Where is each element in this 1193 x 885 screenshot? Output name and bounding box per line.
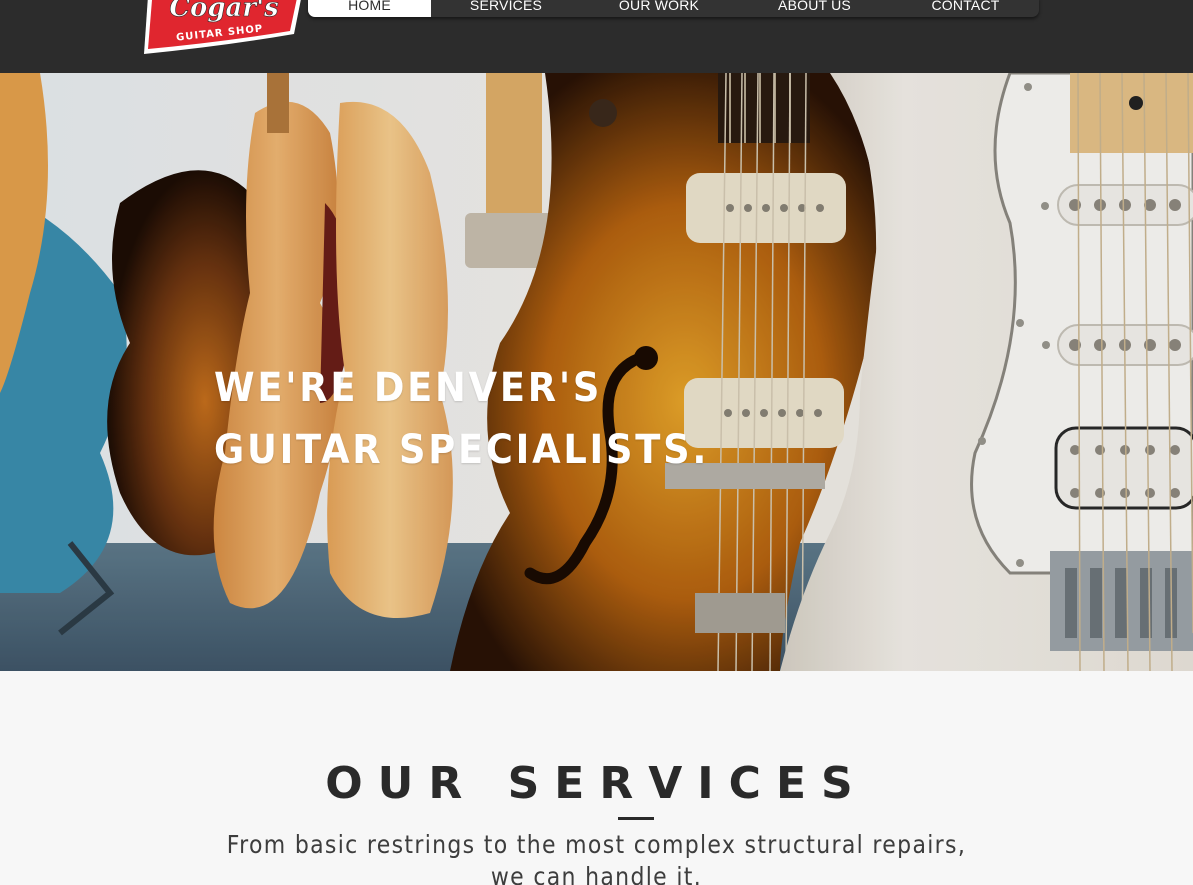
- services-divider: [618, 817, 654, 820]
- main-nav: HOME SERVICES OUR WORK ABOUT US CONTACT: [308, 0, 1039, 17]
- site-header: Cogar's GUITAR SHOP HOME SERVICES OUR WO…: [0, 0, 1193, 73]
- nav-home[interactable]: HOME: [308, 0, 431, 17]
- hero-title: WE'RE DENVER'S GUITAR SPECIALISTS.: [214, 357, 709, 481]
- hero-title-line2: GUITAR SPECIALISTS.: [214, 427, 710, 473]
- nav-about-us[interactable]: ABOUT US: [737, 0, 892, 17]
- hero-title-line1: WE'RE DENVER'S: [214, 365, 603, 411]
- nav-contact[interactable]: CONTACT: [892, 0, 1039, 17]
- services-subtitle-line2: we can handle it.: [490, 862, 703, 885]
- services-subtitle: From basic restrings to the most complex…: [72, 829, 1122, 885]
- services-subtitle-line1: From basic restrings to the most complex…: [226, 830, 967, 859]
- hero-banner: WE'RE DENVER'S GUITAR SPECIALISTS.: [0, 73, 1193, 671]
- site-logo[interactable]: Cogar's GUITAR SHOP: [134, 0, 306, 58]
- services-heading: OUR SERVICES: [325, 758, 868, 809]
- services-section: OUR SERVICES From basic restrings to the…: [0, 671, 1193, 885]
- nav-our-work[interactable]: OUR WORK: [581, 0, 737, 17]
- page: Cogar's GUITAR SHOP HOME SERVICES OUR WO…: [0, 0, 1193, 885]
- logo-wordmark: Cogar's: [169, 0, 279, 23]
- nav-services[interactable]: SERVICES: [431, 0, 581, 17]
